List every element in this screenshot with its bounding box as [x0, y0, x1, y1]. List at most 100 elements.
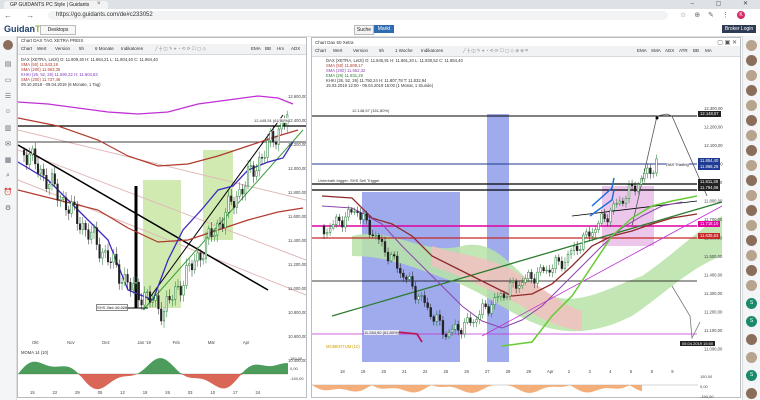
rt-candle [338, 216, 341, 221]
avatar[interactable] [746, 70, 757, 81]
monitor-icon[interactable]: ▭ [3, 76, 13, 84]
rt-candle [621, 200, 625, 204]
lt-btn-adx[interactable]: ADX [290, 46, 301, 52]
avatar[interactable] [746, 115, 757, 126]
lt-btn-ema[interactable]: EMA [250, 46, 262, 52]
rt-candle [353, 211, 356, 213]
browser-tab[interactable]: GP GUIDANTS PC Style | Guidants [4, 1, 108, 9]
rt-btn-adx[interactable]: ADX [664, 48, 675, 54]
lt-candle [137, 281, 140, 301]
right-panel-window-icons[interactable]: ▢ ▣ ✕ [717, 39, 737, 46]
profile-avatar[interactable]: K [737, 11, 745, 19]
avatar[interactable] [746, 250, 757, 261]
lt-indicator-chart[interactable] [18, 356, 306, 394]
lt-candle [129, 281, 132, 291]
lt-btn-bb[interactable]: BB [264, 46, 272, 52]
rt-candle [408, 276, 411, 280]
badge-icon[interactable]: S [746, 316, 757, 327]
lt-candle [48, 184, 51, 189]
url-input[interactable]: https://go.guidants.com/de#c233052 [48, 11, 668, 20]
rt-candle [649, 167, 652, 174]
avatar[interactable] [746, 220, 757, 231]
avatar[interactable] [746, 352, 757, 363]
rt-btn-ema[interactable]: EMA [636, 48, 648, 54]
calendar-icon[interactable]: ▦ [3, 156, 13, 164]
avatar[interactable] [746, 145, 757, 156]
lt-price-label: 11.400,00 [288, 238, 306, 243]
close-tab-icon[interactable]: × [97, 1, 101, 7]
lt-candle [199, 252, 202, 261]
screener-icon[interactable]: ⌕ [3, 172, 13, 180]
watchlist-icon[interactable]: ☰ [3, 92, 13, 100]
lt-candle [95, 227, 98, 245]
rt-candle [536, 271, 539, 284]
rt-candle [444, 334, 448, 338]
indicator-axis-label: -150,00 [700, 394, 714, 399]
lt-drawing-tools[interactable]: ╱ ┼ ◫ ✎ ⌖ ◔ ⟲ ⟳ ☐ ▢ ◇ [154, 46, 207, 52]
avatar[interactable] [746, 160, 757, 171]
broker-login-button[interactable]: Broker Login [722, 25, 756, 33]
lt-btn-range[interactable]: 6 Monate [94, 46, 115, 52]
badge-icon[interactable]: S [746, 298, 757, 309]
alarm-icon[interactable]: ⏰ [3, 188, 13, 196]
rt-btn-ma[interactable]: MA [704, 48, 713, 54]
avatar[interactable] [746, 190, 757, 201]
rt-btn-range[interactable]: 1 Woche [394, 48, 414, 54]
avatar[interactable] [746, 40, 757, 51]
avatar[interactable] [746, 85, 757, 96]
avatar[interactable] [746, 388, 757, 399]
rt-btn-version[interactable]: Version [352, 48, 369, 54]
rt-btn-indicators[interactable]: Indikatoren [420, 48, 444, 54]
rt-btn-chart[interactable]: Chart [314, 48, 327, 54]
avatar[interactable] [746, 265, 757, 276]
avatar[interactable] [746, 280, 757, 291]
lt-btn-hrs[interactable]: Hrs [276, 46, 285, 52]
browser-toolbar-icons[interactable]: ☆ ⊕ ✎ ⋮ [680, 11, 732, 19]
rt-btn-wert[interactable]: Wert [332, 48, 343, 54]
rt-candle [515, 280, 518, 289]
rt-candle [505, 296, 509, 298]
lt-btn-version[interactable]: Version [54, 46, 71, 52]
right-main-chart[interactable]: 12.300,0012.200,0012.100,0012.000,0011.9… [312, 106, 740, 368]
avatar[interactable] [746, 55, 757, 66]
people-icon[interactable]: ☺ [3, 108, 13, 116]
rt-candle [365, 213, 368, 221]
badge-icon[interactable]: S [746, 370, 757, 381]
search-button[interactable]: Suche [354, 25, 374, 35]
lt-candle [224, 211, 227, 229]
lt-candle [92, 227, 96, 233]
rt-btn-5h[interactable]: 5h [378, 48, 385, 54]
rt-drawing-tools[interactable]: ╱ ┼ ◫ ✎ ⌖ ◔ ⟲ ⟳ ☐ ▢ ◇ ⊕ ⊗ ⌗ [462, 48, 529, 54]
depot-icon[interactable]: ▥ [3, 124, 13, 132]
avatar[interactable] [746, 235, 757, 246]
rt-candle [563, 261, 567, 269]
rt-btn-sma[interactable]: SMA [650, 48, 662, 54]
lt-btn-5h[interactable]: 5h [78, 46, 85, 52]
rt-candle [405, 276, 408, 280]
rt-btn-atr[interactable]: ATR [678, 48, 689, 54]
avatar[interactable] [746, 334, 757, 345]
rt-candle [362, 213, 365, 220]
avatar[interactable] [746, 100, 757, 111]
avatar[interactable] [746, 205, 757, 216]
chart-icon[interactable]: ▤ [3, 60, 13, 68]
avatar[interactable] [746, 175, 757, 186]
x-axis-label: 10 [210, 390, 216, 395]
news-icon[interactable]: ✉ [3, 140, 13, 148]
lt-candle [157, 295, 160, 310]
lt-btn-wert[interactable]: Wert [36, 46, 47, 52]
window-controls[interactable]: – ▢ ✕ [691, 0, 758, 9]
rt-btn-bb[interactable]: BB [692, 48, 700, 54]
desktops-button[interactable]: Desktops [40, 25, 76, 35]
lt-candle [34, 148, 37, 165]
settings-icon[interactable]: ⚙ [3, 204, 13, 212]
x-axis-label: 24 [255, 390, 261, 395]
rt-indicator-chart[interactable] [312, 375, 698, 397]
avatar[interactable] [746, 130, 757, 141]
markt-button[interactable]: Markt [374, 25, 394, 33]
rt-candle [469, 317, 472, 324]
lt-btn-chart[interactable]: Chart [20, 46, 33, 52]
user-avatar[interactable] [3, 40, 13, 50]
home-icon[interactable]: ⌂ [30, 25, 34, 32]
lt-btn-indicators[interactable]: Indikatoren [120, 46, 144, 52]
